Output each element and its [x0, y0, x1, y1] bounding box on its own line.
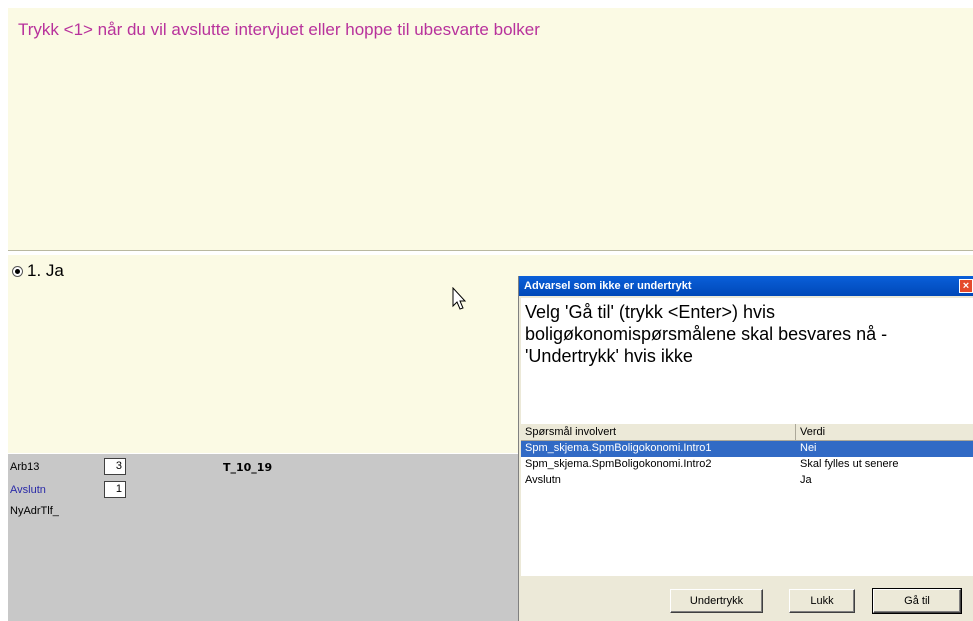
question-panel: Trykk <1> når du vil avslutte intervjuet… [8, 8, 973, 251]
undertrykk-button[interactable]: Undertrykk [670, 589, 763, 613]
row-question: Spm_skjema.SpmBoligokonomi.Intro2 [525, 458, 712, 470]
field-input-arb13[interactable]: 3 [104, 458, 126, 475]
row-question: Avslutn [525, 474, 561, 486]
question-text: Trykk <1> når du vil avslutte intervjuet… [18, 20, 540, 39]
dialog-title: Advarsel som ikke er undertrykt [524, 280, 692, 292]
message-line: boligøkonomispørsmålene skal besvares nå… [525, 324, 888, 344]
lukk-button[interactable]: Lukk [789, 589, 855, 613]
row-value: Nei [800, 442, 817, 454]
involved-questions-list[interactable]: Spørsmål involvert Verdi Spm_skjema.SpmB… [521, 424, 973, 576]
dialog-button-bar: Undertrykk Lukk Gå til [521, 576, 973, 621]
answer-option-ja[interactable]: 1. Ja [12, 261, 64, 281]
column-header-question[interactable]: Spørsmål involvert [521, 424, 796, 440]
radio-selected-icon[interactable] [12, 265, 23, 277]
answer-option-label: 1. Ja [27, 261, 64, 280]
ga-til-button[interactable]: Gå til [872, 588, 962, 614]
list-row[interactable]: Spm_skjema.SpmBoligokonomi.Intro2 Skal f… [521, 457, 973, 473]
dialog-message: Velg 'Gå til' (trykk <Enter>) hvis bolig… [521, 298, 973, 424]
close-button[interactable]: × [959, 279, 973, 293]
field-label-avslutn[interactable]: Avslutn [10, 484, 46, 496]
row-question: Spm_skjema.SpmBoligokonomi.Intro1 [525, 442, 712, 454]
list-row[interactable]: Spm_skjema.SpmBoligokonomi.Intro1 Nei [521, 441, 973, 457]
mouse-pointer-icon [452, 287, 467, 310]
dialog-titlebar[interactable]: Advarsel som ikke er undertrykt × [519, 276, 973, 296]
field-code: T_10_19 [223, 461, 273, 474]
list-row[interactable]: Avslutn Ja [521, 473, 973, 489]
column-header-value[interactable]: Verdi [796, 424, 973, 440]
message-line: Velg 'Gå til' (trykk <Enter>) hvis [525, 302, 775, 322]
list-header: Spørsmål involvert Verdi [521, 424, 973, 441]
field-label-arb13: Arb13 [10, 461, 40, 473]
row-value: Ja [800, 474, 812, 486]
row-value: Skal fylles ut senere [800, 458, 899, 470]
message-line: 'Undertrykk' hvis ikke [525, 346, 693, 366]
field-input-avslutn[interactable]: 1 [104, 481, 126, 498]
warning-dialog: Advarsel som ikke er undertrykt × Velg '… [518, 276, 973, 621]
field-label-nyadrtlf: NyAdrTlf_ [10, 505, 59, 517]
